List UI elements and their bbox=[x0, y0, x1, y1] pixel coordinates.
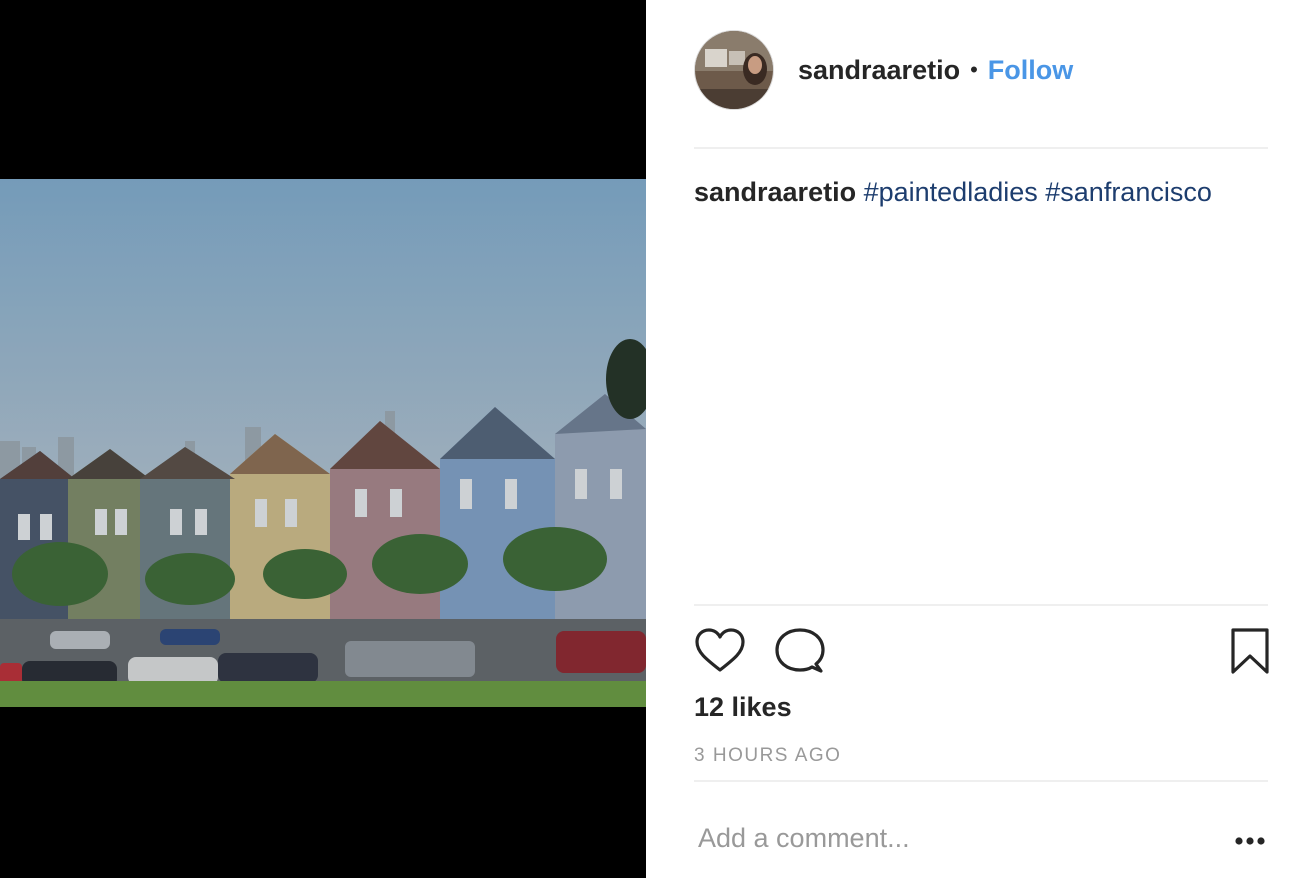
more-options-icon[interactable] bbox=[1230, 826, 1270, 856]
comment-input[interactable] bbox=[694, 810, 1198, 866]
avatar[interactable] bbox=[694, 30, 774, 110]
post-sidebar: sandraaretio • Follow sandraaretio #pain… bbox=[646, 0, 1302, 878]
follow-button[interactable]: Follow bbox=[988, 55, 1073, 86]
post-modal: sandraaretio • Follow sandraaretio #pain… bbox=[0, 0, 1302, 878]
likes-count[interactable]: 12 likes bbox=[694, 692, 792, 723]
hashtag-link[interactable]: #sanfrancisco bbox=[1045, 177, 1212, 207]
caption-username[interactable]: sandraaretio bbox=[694, 177, 856, 207]
post-author-username[interactable]: sandraaretio bbox=[798, 55, 960, 86]
hashtag-link[interactable]: #paintedladies bbox=[864, 177, 1038, 207]
post-caption: sandraaretio #paintedladies #sanfrancisc… bbox=[694, 172, 1268, 212]
post-header: sandraaretio • Follow bbox=[694, 30, 1268, 110]
separator-dot: • bbox=[970, 57, 978, 82]
post-photo[interactable] bbox=[0, 179, 646, 707]
heart-icon[interactable] bbox=[694, 626, 746, 678]
media-panel bbox=[0, 0, 646, 878]
bookmark-icon[interactable] bbox=[1224, 626, 1276, 678]
post-timestamp: 3 HOURS AGO bbox=[694, 745, 842, 766]
action-bar bbox=[694, 626, 1269, 678]
comment-divider bbox=[694, 780, 1268, 782]
header-divider bbox=[694, 147, 1268, 149]
actions-divider bbox=[694, 604, 1268, 606]
comment-bubble-icon[interactable] bbox=[774, 626, 826, 678]
